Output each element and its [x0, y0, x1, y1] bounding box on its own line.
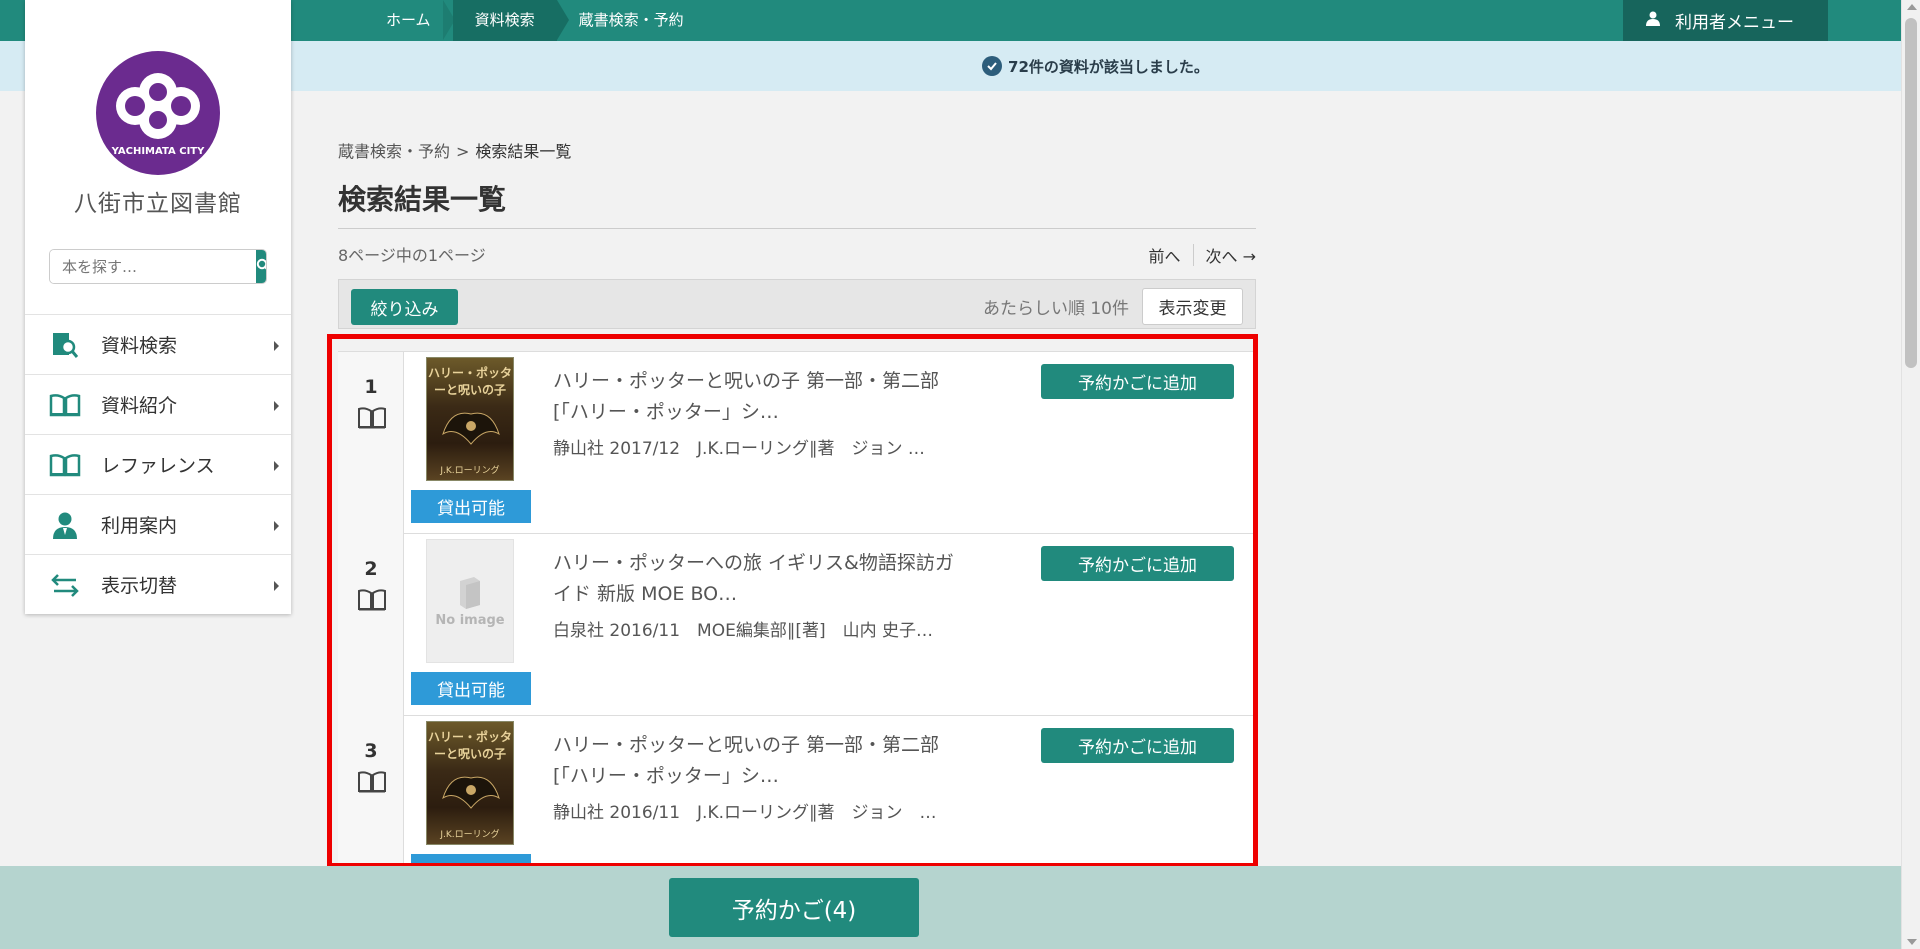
swap-arrows-icon	[49, 569, 81, 601]
sidebar: YACHIMATA CITY 八街市立図書館 資料検索 資料紹介	[25, 0, 291, 614]
sidebar-item-label: レファレンス	[101, 455, 215, 477]
open-book-icon	[49, 449, 81, 481]
availability-badge: 貸出可能	[411, 854, 531, 866]
book-search-input[interactable]	[50, 250, 256, 283]
sidebar-nav: 資料検索 資料紹介 レファレンス 利用案内 表示切替	[25, 314, 291, 614]
availability-badge: 貸出可能	[411, 490, 531, 523]
book-cover-image[interactable]: ハリー・ポッターと呪いの子 J.K.ローリング	[426, 721, 514, 845]
result-number-column: 3	[338, 716, 404, 866]
crumb-material-search[interactable]: 資料検索	[452, 0, 569, 41]
crumb-home[interactable]: ホーム	[364, 0, 455, 41]
sort-order-text: あたらしい順 10件	[982, 299, 1129, 319]
pager-divider	[1192, 244, 1194, 266]
sidebar-item-material-intro[interactable]: 資料紹介	[25, 374, 291, 434]
person-icon	[1645, 10, 1661, 31]
no-image-placeholder[interactable]: No image	[426, 539, 514, 663]
sidebar-item-label: 利用案内	[101, 515, 178, 537]
search-button[interactable]	[256, 250, 266, 283]
sidebar-item-usage-guide[interactable]: 利用案内	[25, 494, 291, 554]
top-breadcrumb: ホーム 資料検索 蔵書検索・予約	[364, 0, 706, 41]
logo-text: YACHIMATA CITY	[111, 146, 206, 157]
result-number: 1	[364, 376, 378, 398]
pager: 前へ 次へ →	[1148, 243, 1256, 267]
next-page-link[interactable]: 次へ →	[1206, 243, 1257, 267]
result-row: 1 ハリー・ポッターと呪いの子 J.K.ローリング 貸出可能 ハリー・ポッターと…	[338, 352, 1256, 534]
search-icon	[256, 258, 266, 275]
scroll-down-arrow-icon[interactable]	[1907, 939, 1917, 945]
scroll-thumb[interactable]	[1905, 18, 1917, 368]
book-cover-image[interactable]: ハリー・ポッターと呪いの子 J.K.ローリング	[426, 357, 514, 481]
open-book-icon	[357, 770, 387, 798]
breadcrumb: 蔵書検索・予約 > 検索結果一覧	[338, 138, 571, 162]
results-toolbar: 絞り込み あたらしい順 10件 表示変更	[338, 279, 1256, 329]
check-circle-icon	[982, 56, 1003, 76]
breadcrumb-current: 検索結果一覧	[475, 142, 572, 161]
cart-bar: 予約かご(4)	[0, 866, 1901, 949]
result-number-column: 2	[338, 534, 404, 716]
result-number-column: 1	[338, 352, 404, 534]
crumb-collection-search[interactable]: 蔵書検索・予約	[557, 0, 706, 41]
chevron-right-icon	[274, 581, 279, 591]
person-icon	[49, 509, 81, 541]
notice-text: 72件の資料が該当しました。	[1008, 57, 1209, 76]
user-menu-label: 利用者メニュー	[1675, 13, 1794, 33]
library-name: 八街市立図書館	[74, 191, 242, 217]
result-number: 3	[364, 740, 378, 762]
chevron-right-icon	[274, 341, 279, 351]
page-count: 8ページ中の1ページ	[338, 246, 486, 265]
filter-button[interactable]: 絞り込み	[351, 289, 458, 325]
add-to-cart-button[interactable]: 予約かごに追加	[1041, 364, 1234, 399]
result-title-link[interactable]: ハリー・ポッターへの旅 イギリス&物語探訪ガイド 新版 MOE BO…	[553, 548, 963, 610]
page-scrollbar[interactable]	[1901, 0, 1920, 949]
sidebar-item-label: 表示切替	[101, 575, 178, 597]
sidebar-item-label: 資料紹介	[101, 395, 178, 417]
cover-title: ハリー・ポッターと呪いの子	[427, 366, 512, 397]
result-row: 2 No image 貸出可能 ハリー・ポッターへの旅 イギリス&物語探訪ガイド…	[338, 534, 1256, 716]
cover-author: J.K.ローリング	[440, 830, 500, 840]
book-placeholder-icon	[456, 575, 484, 613]
cover-author: J.K.ローリング	[440, 466, 500, 476]
sidebar-item-label: 資料検索	[101, 335, 178, 357]
scroll-up-arrow-icon[interactable]	[1907, 4, 1917, 10]
chevron-right-icon	[274, 521, 279, 531]
results-list: 1 ハリー・ポッターと呪いの子 J.K.ローリング 貸出可能 ハリー・ポッターと…	[338, 351, 1256, 866]
sidebar-item-reference[interactable]: レファレンス	[25, 434, 291, 494]
result-title-link[interactable]: ハリー・ポッターと呪いの子 第一部・第二部 [「ハリー・ポッター」シ…	[553, 366, 963, 428]
sidebar-item-display-switch[interactable]: 表示切替	[25, 554, 291, 614]
result-number: 2	[364, 558, 378, 580]
cover-title: ハリー・ポッターと呪いの子	[427, 730, 512, 761]
result-title-link[interactable]: ハリー・ポッターと呪いの子 第一部・第二部 [「ハリー・ポッター」シ…	[553, 730, 963, 792]
change-display-button[interactable]: 表示変更	[1142, 288, 1243, 325]
result-row: 3 ハリー・ポッターと呪いの子 J.K.ローリング 貸出可能 ハリー・ポッターと…	[338, 716, 1256, 866]
book-search-icon	[49, 329, 81, 361]
book-search-box	[49, 249, 267, 284]
sidebar-item-material-search[interactable]: 資料検索	[25, 314, 291, 374]
open-book-icon	[357, 406, 387, 434]
chevron-right-icon	[274, 401, 279, 411]
no-image-text: No image	[435, 612, 505, 628]
user-menu-button[interactable]: 利用者メニュー	[1623, 0, 1828, 41]
city-logo[interactable]: YACHIMATA CITY	[95, 50, 221, 176]
add-to-cart-button[interactable]: 予約かごに追加	[1041, 728, 1234, 763]
add-to-cart-button[interactable]: 予約かごに追加	[1041, 546, 1234, 581]
result-meta: 静山社 2016/11 J.K.ローリング∥著 ジョン …	[553, 803, 937, 823]
result-meta: 静山社 2017/12 J.K.ローリング∥著 ジョン …	[553, 439, 925, 459]
page-title: 検索結果一覧	[338, 178, 1256, 229]
prev-page-link[interactable]: 前へ	[1148, 243, 1180, 267]
reservation-cart-button[interactable]: 予約かご(4)	[669, 878, 919, 937]
open-book-icon	[49, 389, 81, 421]
breadcrumb-parent-link[interactable]: 蔵書検索・予約	[338, 142, 450, 161]
result-meta: 白泉社 2016/11 MOE編集部∥[著] 山内 史子…	[553, 621, 933, 641]
availability-badge: 貸出可能	[411, 672, 531, 705]
open-book-icon	[357, 588, 387, 616]
chevron-right-icon	[274, 461, 279, 471]
breadcrumb-separator: >	[456, 142, 470, 161]
